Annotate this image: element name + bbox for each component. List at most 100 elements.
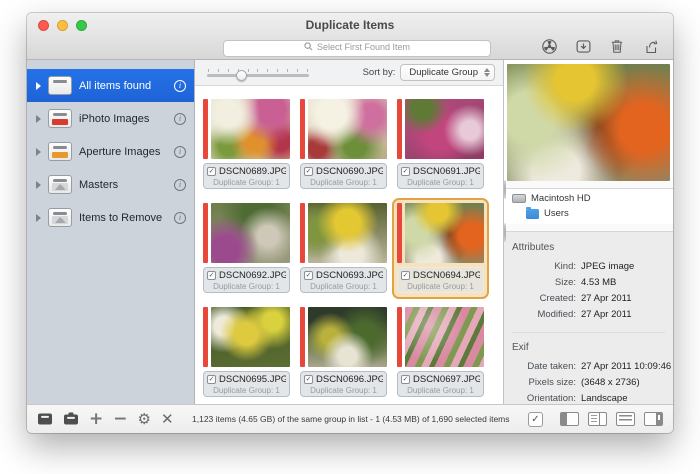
grid-item[interactable]: ✓ DSCN0696.JPG Duplicate Group: 1 [295,302,392,403]
info-icon[interactable]: i [174,80,186,92]
traffic-lights [38,20,87,31]
volume-row[interactable]: Macintosh HD [504,191,673,206]
attributes-title: Attributes [512,242,665,253]
grid-item[interactable]: ✓ DSCN0693.JPG Duplicate Group: 1 [295,198,392,299]
search-input[interactable] [223,40,491,57]
stepper-icon [484,68,490,77]
thumb-row [300,307,387,367]
grid-item[interactable]: ✓ DSCN0694.JPG Duplicate Group: 1 [392,198,489,299]
slider-ticks [207,69,309,72]
sort-value: Duplicate Group [409,67,478,78]
box-archive-button[interactable] [37,410,53,428]
disclosure-triangle-icon[interactable] [36,181,41,189]
box-save-button[interactable] [63,410,79,428]
view-preview-icon [644,412,663,426]
sidebar-item-label: Items to Remove [79,212,167,224]
sort-popup-button[interactable]: Duplicate Group [400,64,495,81]
thumb-row [203,307,290,367]
select-all-button[interactable]: ✓ [528,410,543,428]
view-split-icon [588,412,607,426]
grid-item[interactable]: ✓ DSCN0690.JPG Duplicate Group: 1 [295,94,392,195]
slider-thumb[interactable] [236,70,247,81]
archive-button[interactable] [573,36,593,56]
sidebar-item[interactable]: Items to Remove i [27,201,194,234]
sidebar: All items found i iPhoto Images i Apertu… [27,60,195,404]
item-filename: DSCN0693.JPG [316,270,383,281]
resize-dot-icon [504,180,506,199]
category-box-icon [48,142,72,161]
item-filename: DSCN0696.JPG [316,374,383,385]
view-list-button[interactable] [616,410,635,428]
grid-item[interactable]: ✓ DSCN0692.JPG Duplicate Group: 1 [198,198,295,299]
photo-thumbnail [405,203,484,263]
item-checkbox[interactable]: ✓ [304,167,313,176]
grid-item[interactable]: ✓ DSCN0691.JPG Duplicate Group: 1 [392,94,489,195]
item-duplicate-group: Duplicate Group: 1 [304,386,383,395]
item-duplicate-group: Duplicate Group: 1 [401,386,480,395]
info-icon[interactable]: i [174,179,186,191]
disclosure-triangle-icon[interactable] [36,214,41,222]
attribute-label: Kind: [512,261,576,272]
item-checkbox[interactable]: ✓ [401,167,410,176]
burn-button[interactable] [539,36,559,56]
main-header: Sort by: Duplicate Group [195,60,503,86]
export-button[interactable] [641,36,661,56]
view-sidebar-button[interactable] [560,410,579,428]
item-checkbox[interactable]: ✓ [401,375,410,384]
item-checkbox[interactable]: ✓ [207,167,216,176]
view-split-button[interactable] [588,410,607,428]
item-checkbox[interactable]: ✓ [207,271,216,280]
close-window-button[interactable] [38,20,49,31]
folder-row[interactable]: Users [504,206,673,221]
item-duplicate-group: Duplicate Group: 1 [207,178,286,187]
item-label-box: ✓ DSCN0693.JPG Duplicate Group: 1 [300,267,387,293]
metadata-area: Attributes Kind: JPEG image Size: 4.53 M… [504,232,673,404]
attribute-label: Size: [512,277,576,288]
item-label-box: ✓ DSCN0691.JPG Duplicate Group: 1 [397,163,484,189]
item-label-box: ✓ DSCN0689.JPG Duplicate Group: 1 [203,163,290,189]
clear-button[interactable]: ✕ [161,410,174,428]
photo-thumbnail [211,307,290,367]
item-checkbox[interactable]: ✓ [304,271,313,280]
item-checkbox[interactable]: ✓ [304,375,313,384]
attribute-value: 4.53 MB [581,277,665,288]
item-checkbox[interactable]: ✓ [401,271,410,280]
item-checkbox[interactable]: ✓ [207,375,216,384]
item-label-box: ✓ DSCN0696.JPG Duplicate Group: 1 [300,371,387,397]
item-duplicate-group: Duplicate Group: 1 [401,282,480,291]
view-preview-button[interactable] [644,410,663,428]
minimize-window-button[interactable] [57,20,68,31]
burn-icon [541,38,558,55]
sidebar-item[interactable]: iPhoto Images i [27,102,194,135]
info-icon[interactable]: i [174,212,186,224]
photo-thumbnail [405,99,484,159]
statusbar-right-buttons: ✓ [528,410,663,428]
disclosure-triangle-icon[interactable] [36,148,41,156]
thumbnail-size-slider[interactable] [207,69,309,77]
remove-button[interactable]: − [113,410,127,428]
sidebar-item[interactable]: Masters i [27,168,194,201]
sidebar-item[interactable]: All items found i [27,69,194,102]
panel-resize-handle[interactable] [504,224,673,232]
info-icon[interactable]: i [174,146,186,158]
search-field[interactable]: Select First Found Item [223,38,491,55]
panel-resize-handle[interactable] [504,181,673,189]
minus-icon: − [113,411,127,428]
slider-track[interactable] [207,74,309,77]
item-filename: DSCN0694.JPG [413,270,480,281]
sidebar-item[interactable]: Aperture Images i [27,135,194,168]
trash-button[interactable] [607,36,627,56]
info-icon[interactable]: i [174,113,186,125]
add-button[interactable]: + [89,410,103,428]
content-area: All items found i iPhoto Images i Apertu… [27,60,673,404]
item-filename: DSCN0689.JPG [219,166,286,177]
attribute-label: Modified: [512,309,576,320]
grid-item[interactable]: ✓ DSCN0695.JPG Duplicate Group: 1 [198,302,295,403]
sidebar-item-label: Masters [79,179,167,191]
disclosure-triangle-icon[interactable] [36,82,41,90]
settings-button[interactable]: ⚙ [138,410,151,428]
disclosure-triangle-icon[interactable] [36,115,41,123]
grid-item[interactable]: ✓ DSCN0697.JPG Duplicate Group: 1 [392,302,489,403]
zoom-window-button[interactable] [76,20,87,31]
grid-item[interactable]: ✓ DSCN0689.JPG Duplicate Group: 1 [198,94,295,195]
